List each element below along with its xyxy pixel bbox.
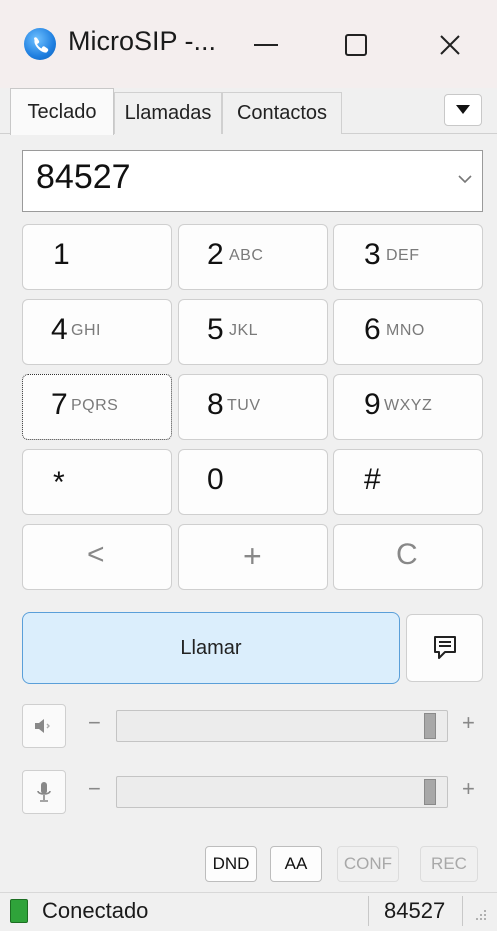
- speaker-button[interactable]: [22, 704, 66, 748]
- key-digit: 4: [51, 313, 68, 346]
- key-letters: MNO: [386, 322, 425, 339]
- connected-icon: [10, 899, 28, 923]
- speaker-volume-slider[interactable]: [116, 710, 448, 742]
- key-letters: GHI: [71, 322, 101, 339]
- aa-button[interactable]: AA: [270, 846, 322, 882]
- key-hash[interactable]: #: [333, 449, 483, 515]
- window-title: MicroSIP -...: [68, 26, 217, 56]
- key-digit: 5: [207, 313, 224, 346]
- key-digit: 1: [53, 238, 70, 271]
- speaker-decrease[interactable]: −: [88, 710, 101, 736]
- resize-grip-icon[interactable]: [470, 906, 490, 926]
- key-digit: 6: [364, 313, 381, 346]
- key-5[interactable]: 5 JKL: [178, 299, 328, 365]
- tab-teclado[interactable]: Teclado: [10, 88, 114, 135]
- conf-button[interactable]: CONF: [337, 846, 399, 882]
- plus-button[interactable]: +: [178, 524, 328, 590]
- key-letters: ABC: [229, 247, 264, 264]
- status-text: Conectado: [42, 898, 149, 923]
- maximize-button[interactable]: [326, 18, 386, 72]
- key-label: +: [243, 538, 262, 574]
- key-digit: 0: [207, 463, 224, 496]
- number-input-value: 84527: [36, 158, 131, 196]
- key-0[interactable]: 0: [178, 449, 328, 515]
- microphone-increase[interactable]: +: [462, 776, 475, 802]
- microphone-decrease[interactable]: −: [88, 776, 101, 802]
- status-divider: [462, 896, 463, 926]
- key-digit: 2: [207, 238, 224, 271]
- key-digit: 3: [364, 238, 381, 271]
- key-letters: DEF: [386, 247, 420, 264]
- key-2[interactable]: 2 ABC: [178, 224, 328, 290]
- speaker-volume-thumb[interactable]: [424, 713, 436, 739]
- microphone-icon: [37, 782, 51, 802]
- tab-llamadas[interactable]: Llamadas: [114, 92, 222, 134]
- key-digit: *: [53, 466, 65, 499]
- key-4[interactable]: 4 GHI: [22, 299, 172, 365]
- tabs-menu-button[interactable]: [444, 94, 482, 126]
- close-button[interactable]: [420, 18, 480, 72]
- clear-button[interactable]: C: [333, 524, 483, 590]
- key-star[interactable]: *: [22, 449, 172, 515]
- key-digit: 8: [207, 388, 224, 421]
- key-1[interactable]: 1: [22, 224, 172, 290]
- microphone-button[interactable]: [22, 770, 66, 814]
- call-button[interactable]: Llamar: [22, 612, 400, 684]
- tab-contactos[interactable]: Contactos: [222, 92, 342, 134]
- speaker-icon: [35, 719, 50, 733]
- key-letters: JKL: [229, 322, 259, 339]
- key-digit: 7: [51, 388, 68, 421]
- key-9[interactable]: 9 WXYZ: [333, 374, 483, 440]
- key-letters: TUV: [227, 397, 261, 414]
- dnd-button[interactable]: DND: [205, 846, 257, 882]
- backspace-button[interactable]: <: [22, 524, 172, 590]
- status-number: 84527: [384, 898, 446, 923]
- key-8[interactable]: 8 TUV: [178, 374, 328, 440]
- chevron-down-icon[interactable]: [455, 168, 475, 188]
- caret-down-icon: [456, 105, 470, 114]
- key-letters: PQRS: [71, 397, 119, 414]
- key-digit: 9: [364, 388, 381, 421]
- microphone-volume-slider[interactable]: [116, 776, 448, 808]
- key-letters: WXYZ: [384, 397, 433, 414]
- key-label: <: [87, 538, 105, 571]
- key-7[interactable]: 7 PQRS: [22, 374, 172, 440]
- minimize-icon: [254, 44, 278, 46]
- key-3[interactable]: 3 DEF: [333, 224, 483, 290]
- minimize-button[interactable]: [236, 18, 296, 72]
- status-divider: [368, 896, 369, 926]
- maximize-icon: [345, 34, 367, 56]
- microphone-volume-thumb[interactable]: [424, 779, 436, 805]
- key-digit: #: [364, 463, 381, 496]
- close-icon: [440, 35, 460, 55]
- speaker-increase[interactable]: +: [462, 710, 475, 736]
- key-label: C: [396, 538, 418, 571]
- key-6[interactable]: 6 MNO: [333, 299, 483, 365]
- chat-bubble-icon: [433, 636, 456, 659]
- microsip-phone-icon: [24, 28, 56, 60]
- rec-button[interactable]: REC: [420, 846, 478, 882]
- message-button[interactable]: [406, 614, 483, 682]
